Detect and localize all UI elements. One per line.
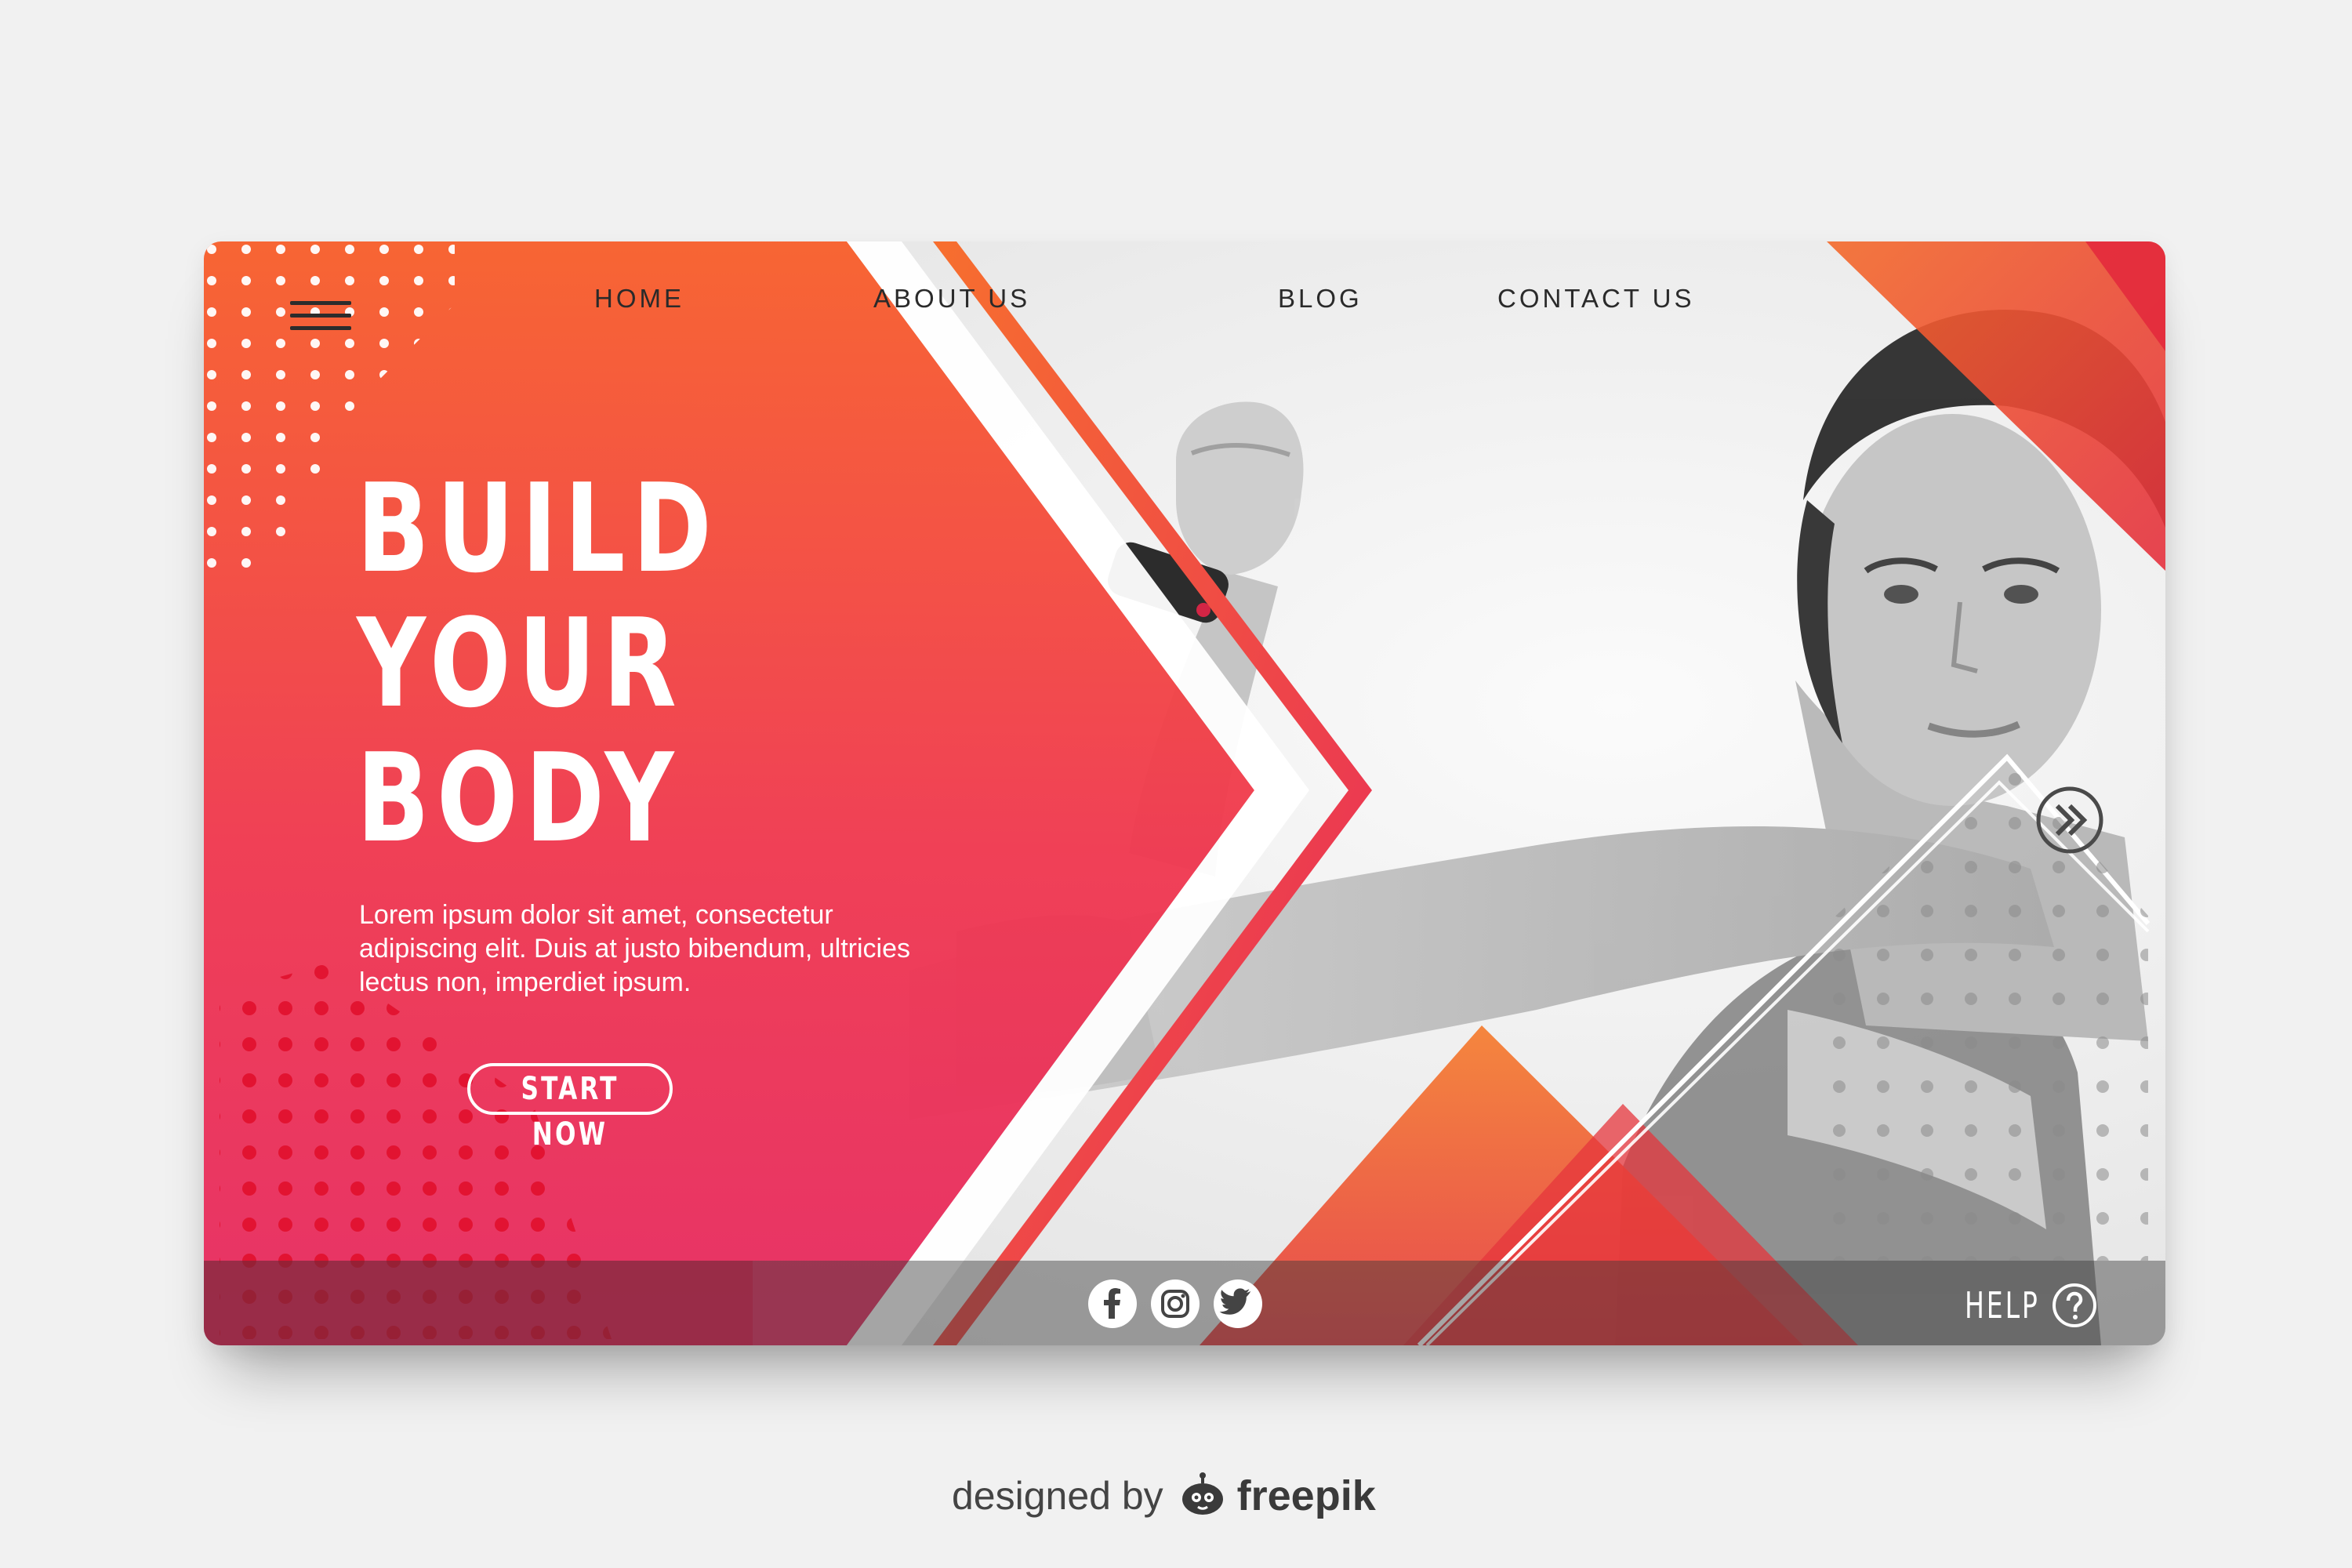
hero-title: BUILD YOUR BODY	[357, 461, 797, 866]
attribution: designed by freepik	[952, 1465, 1376, 1527]
hamburger-icon	[290, 301, 351, 305]
nav-about-us[interactable]: ABOUT US	[873, 284, 1030, 314]
freepik-logo-icon	[1181, 1472, 1223, 1515]
help-label: HELP	[1965, 1284, 2040, 1327]
nav-blog[interactable]: BLOG	[1278, 284, 1363, 314]
attribution-prefix: designed by	[952, 1474, 1163, 1518]
instagram-button[interactable]	[1151, 1279, 1200, 1328]
hamburger-bar	[290, 326, 351, 330]
hamburger-bar	[290, 314, 351, 318]
start-now-button[interactable]: START NOW	[467, 1063, 673, 1152]
twitter-icon	[1219, 1288, 1251, 1315]
instagram-icon	[1161, 1290, 1189, 1318]
hamburger-menu-button[interactable]	[290, 296, 353, 336]
nav-contact-us[interactable]: CONTACT US	[1497, 284, 1694, 314]
double-chevron-right-icon[interactable]	[2034, 784, 2106, 856]
question-circle-icon	[2053, 1283, 2096, 1327]
facebook-icon	[1104, 1288, 1120, 1319]
facebook-button[interactable]	[1088, 1279, 1137, 1328]
hero-title-line: BODY	[357, 727, 681, 869]
hero-description: Lorem ipsum dolor sit amet, consectetur …	[359, 900, 911, 997]
hero-title-line: BUILD	[357, 457, 720, 600]
nav-home[interactable]: HOME	[594, 284, 684, 314]
hero-title-line: YOUR	[357, 592, 684, 735]
attribution-brand: freepik	[1236, 1472, 1376, 1519]
start-now-label: START NOW	[521, 1071, 619, 1152]
help-button[interactable]: HELP	[1965, 1278, 2098, 1333]
twitter-button[interactable]	[1214, 1279, 1262, 1328]
